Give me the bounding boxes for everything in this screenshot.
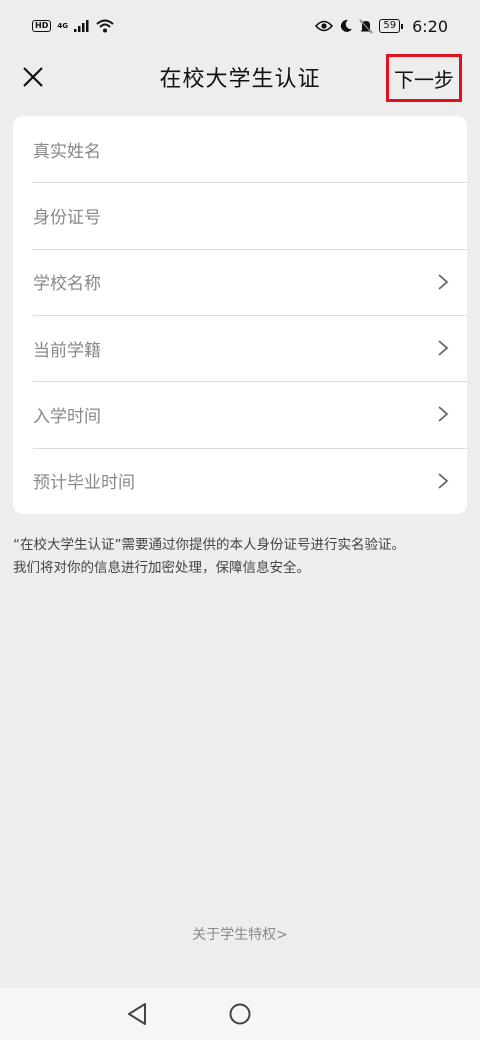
privacy-notice: “在校大学生认证”需要通过你提供的本人身份证号进行实名验证。 我们将对你的信息进… <box>13 534 473 580</box>
home-circle-icon[interactable] <box>229 1003 251 1025</box>
bell-muted-icon <box>359 18 373 34</box>
verification-form: 真实姓名 身份证号 学校名称 当前学籍 入学时间 预计毕业时间 <box>13 116 467 514</box>
eye-icon <box>315 20 334 32</box>
school-name-field[interactable]: 学校名称 <box>13 248 467 315</box>
field-label: 预计毕业时间 <box>33 473 135 494</box>
field-label: 当前学籍 <box>33 340 101 361</box>
real-name-field[interactable]: 真实姓名 <box>13 116 467 182</box>
network-type: 4G <box>57 21 68 30</box>
id-number-field[interactable]: 身份证号 <box>13 182 467 248</box>
signal-icon <box>73 20 89 32</box>
wifi-icon <box>96 19 114 33</box>
status-bar: HD 4G 59 6:20 <box>0 0 480 52</box>
next-step-button[interactable]: 下一步 <box>386 54 462 102</box>
field-label: 学校名称 <box>33 274 101 295</box>
chevron-right-icon <box>438 340 449 356</box>
status-right: 59 6:20 <box>315 17 448 36</box>
moon-icon <box>341 19 353 32</box>
student-privilege-link[interactable]: 关于学生特权> <box>0 924 480 944</box>
status-left: HD 4G <box>32 19 114 33</box>
system-nav-bar <box>0 988 480 1040</box>
screen: HD 4G 59 6:20 在校大学生认证 下一步 真实姓名 身份证号 学校名称… <box>0 0 480 1040</box>
enrollment-date-field[interactable]: 入学时间 <box>13 381 467 447</box>
notice-line-1: “在校大学生认证”需要通过你提供的本人身份证号进行实名验证。 <box>13 537 405 553</box>
graduation-date-field[interactable]: 预计毕业时间 <box>13 447 467 514</box>
battery-indicator: 59 <box>379 19 403 33</box>
close-icon <box>23 67 43 87</box>
field-label: 入学时间 <box>33 406 101 427</box>
close-button[interactable] <box>18 62 48 92</box>
nav-bar: 在校大学生认证 下一步 <box>0 52 480 102</box>
enrollment-status-field[interactable]: 当前学籍 <box>13 314 467 381</box>
chevron-right-icon <box>438 473 449 489</box>
back-triangle-icon[interactable] <box>126 1002 148 1026</box>
field-label: 真实姓名 <box>33 141 101 162</box>
hd-badge: HD <box>32 20 52 32</box>
chevron-right-icon <box>438 274 449 290</box>
page-title: 在校大学生认证 <box>159 67 321 92</box>
clock: 6:20 <box>412 16 448 36</box>
chevron-right-icon <box>438 406 449 423</box>
field-label: 身份证号 <box>33 207 101 228</box>
notice-line-2: 我们将对你的信息进行加密处理，保障信息安全。 <box>13 560 310 576</box>
